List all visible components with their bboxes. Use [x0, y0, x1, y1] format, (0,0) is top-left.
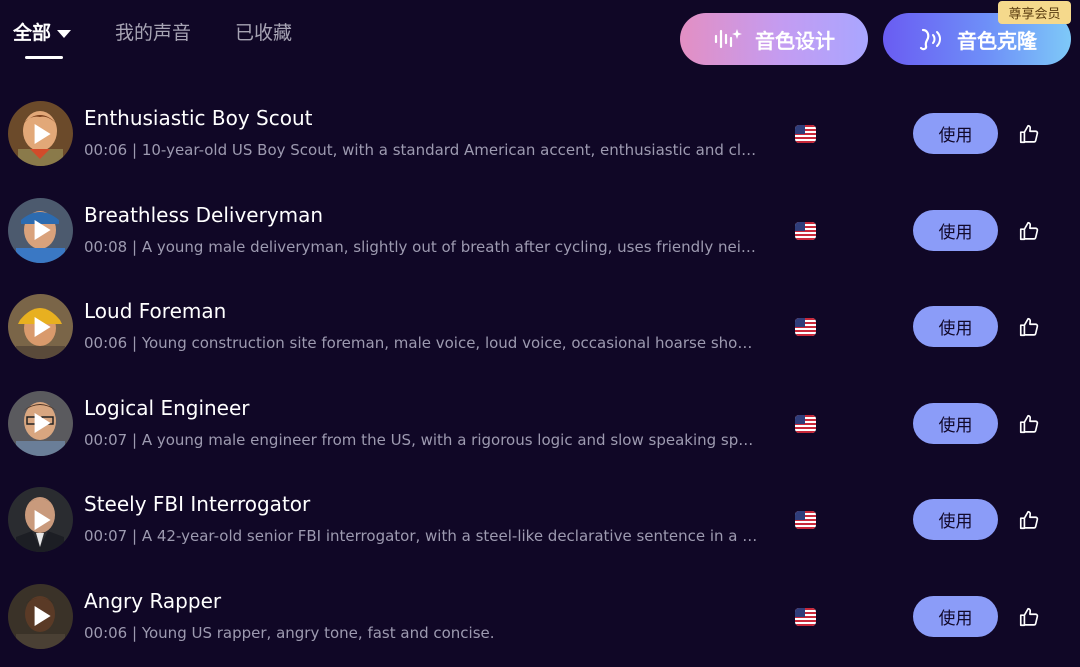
thumbs-up-icon[interactable] [1018, 123, 1040, 145]
use-button[interactable]: 使用 [913, 209, 998, 251]
tab-favorites-label: 已收藏 [235, 22, 293, 44]
play-icon [34, 123, 51, 144]
voice-name: Logical Engineer [84, 395, 250, 420]
voice-description: 00:06 | 10-year-old US Boy Scout, with a… [84, 141, 760, 159]
voice-avatar-play-button[interactable] [8, 101, 73, 166]
voice-description-text: A young male deliveryman, slightly out o… [141, 237, 760, 256]
voice-avatar-play-button[interactable] [8, 487, 73, 552]
use-button[interactable]: 使用 [913, 402, 998, 444]
us-flag-icon [795, 221, 816, 240]
voice-avatar-play-button[interactable] [8, 390, 73, 456]
voice-duration: 00:07 [84, 430, 128, 449]
voice-design-button[interactable]: 音色设计 [680, 13, 868, 65]
voice-description-text: 10-year-old US Boy Scout, with a standar… [141, 141, 760, 159]
use-button[interactable]: 使用 [913, 306, 998, 347]
play-icon [34, 509, 51, 530]
list-item: Loud Foreman 00:06 | Young construction … [0, 278, 1080, 375]
voice-clone-icon [919, 28, 941, 51]
tab-my-voices-label: 我的声音 [115, 22, 192, 44]
voice-duration: 00:08 [84, 237, 128, 256]
voice-description-text: Young US rapper, angry tone, fast and co… [141, 623, 495, 642]
voice-duration: 00:07 [84, 527, 128, 545]
voice-name: Enthusiastic Boy Scout [84, 106, 313, 130]
thumbs-up-icon[interactable] [1018, 413, 1040, 435]
list-item: Enthusiastic Boy Scout 00:06 | 10-year-o… [0, 85, 1080, 182]
voice-list: Enthusiastic Boy Scout 00:06 | 10-year-o… [0, 85, 1080, 664]
voice-description-text: A young male engineer from the US, with … [141, 430, 760, 449]
use-button[interactable]: 使用 [913, 595, 998, 637]
us-flag-icon [795, 125, 816, 143]
us-flag-icon [795, 607, 816, 626]
tab-bar: 全部 我的声音 已收藏 [13, 20, 336, 59]
voice-description-text: Young construction site foreman, male vo… [141, 334, 760, 352]
us-flag-icon [795, 318, 816, 336]
voice-name: Breathless Deliveryman [84, 202, 324, 227]
list-item: Steely FBI Interrogator 00:07 | A 42-yea… [0, 471, 1080, 568]
tab-all-label: 全部 [13, 22, 52, 44]
voice-name: Loud Foreman [84, 299, 227, 323]
thumbs-up-icon[interactable] [1018, 316, 1040, 338]
use-button[interactable]: 使用 [913, 499, 998, 540]
us-flag-icon [795, 414, 816, 433]
caret-down-icon[interactable] [57, 30, 72, 38]
use-button[interactable]: 使用 [913, 113, 998, 154]
voice-description: 00:07 | A young male engineer from the U… [84, 431, 760, 449]
voice-avatar-play-button[interactable] [8, 294, 73, 359]
thumbs-up-icon[interactable] [1018, 509, 1040, 531]
voice-duration: 00:06 [84, 334, 128, 352]
tab-favorites[interactable]: 已收藏 [235, 20, 292, 46]
voice-duration: 00:06 [84, 141, 128, 159]
voice-description: 00:06 | Young US rapper, angry tone, fas… [84, 623, 495, 642]
voice-name: Angry Rapper [84, 588, 222, 613]
play-icon [34, 220, 51, 240]
voice-duration: 00:06 [84, 623, 128, 642]
list-item: Angry Rapper 00:06 | Young US rapper, an… [0, 568, 1080, 665]
sparkle-wave-icon [714, 29, 742, 49]
us-flag-icon [795, 511, 816, 529]
voice-design-label: 音色设计 [755, 28, 835, 53]
voice-description: 00:08 | A young male deliveryman, slight… [84, 238, 760, 256]
vip-badge: 尊享会员 [998, 1, 1071, 24]
tab-my-voices[interactable]: 我的声音 [115, 20, 191, 46]
play-icon [34, 316, 51, 337]
list-item: Logical Engineer 00:07 | A young male en… [0, 375, 1080, 472]
list-item: Breathless Deliveryman 00:08 | A young m… [0, 182, 1080, 279]
voice-description: 00:06 | Young construction site foreman,… [84, 334, 760, 352]
voice-clone-label: 音色克隆 [957, 28, 1037, 53]
thumbs-up-icon[interactable] [1018, 606, 1040, 628]
thumbs-up-icon[interactable] [1018, 220, 1040, 242]
tab-all[interactable]: 全部 [13, 20, 72, 59]
voice-description-text: A 42-year-old senior FBI interrogator, w… [141, 527, 760, 545]
play-icon [34, 606, 51, 626]
play-icon [34, 413, 51, 433]
header: 全部 我的声音 已收藏 音色设计 音色克隆 尊享会员 [0, 0, 1080, 80]
voice-description: 00:07 | A 42-year-old senior FBI interro… [84, 527, 760, 545]
voice-library-app: 全部 我的声音 已收藏 音色设计 音色克隆 尊享会员 Enthusiastic … [0, 0, 1080, 667]
voice-name: Steely FBI Interrogator [84, 492, 311, 516]
voice-avatar-play-button[interactable] [8, 197, 73, 263]
voice-avatar-play-button[interactable] [8, 583, 73, 649]
